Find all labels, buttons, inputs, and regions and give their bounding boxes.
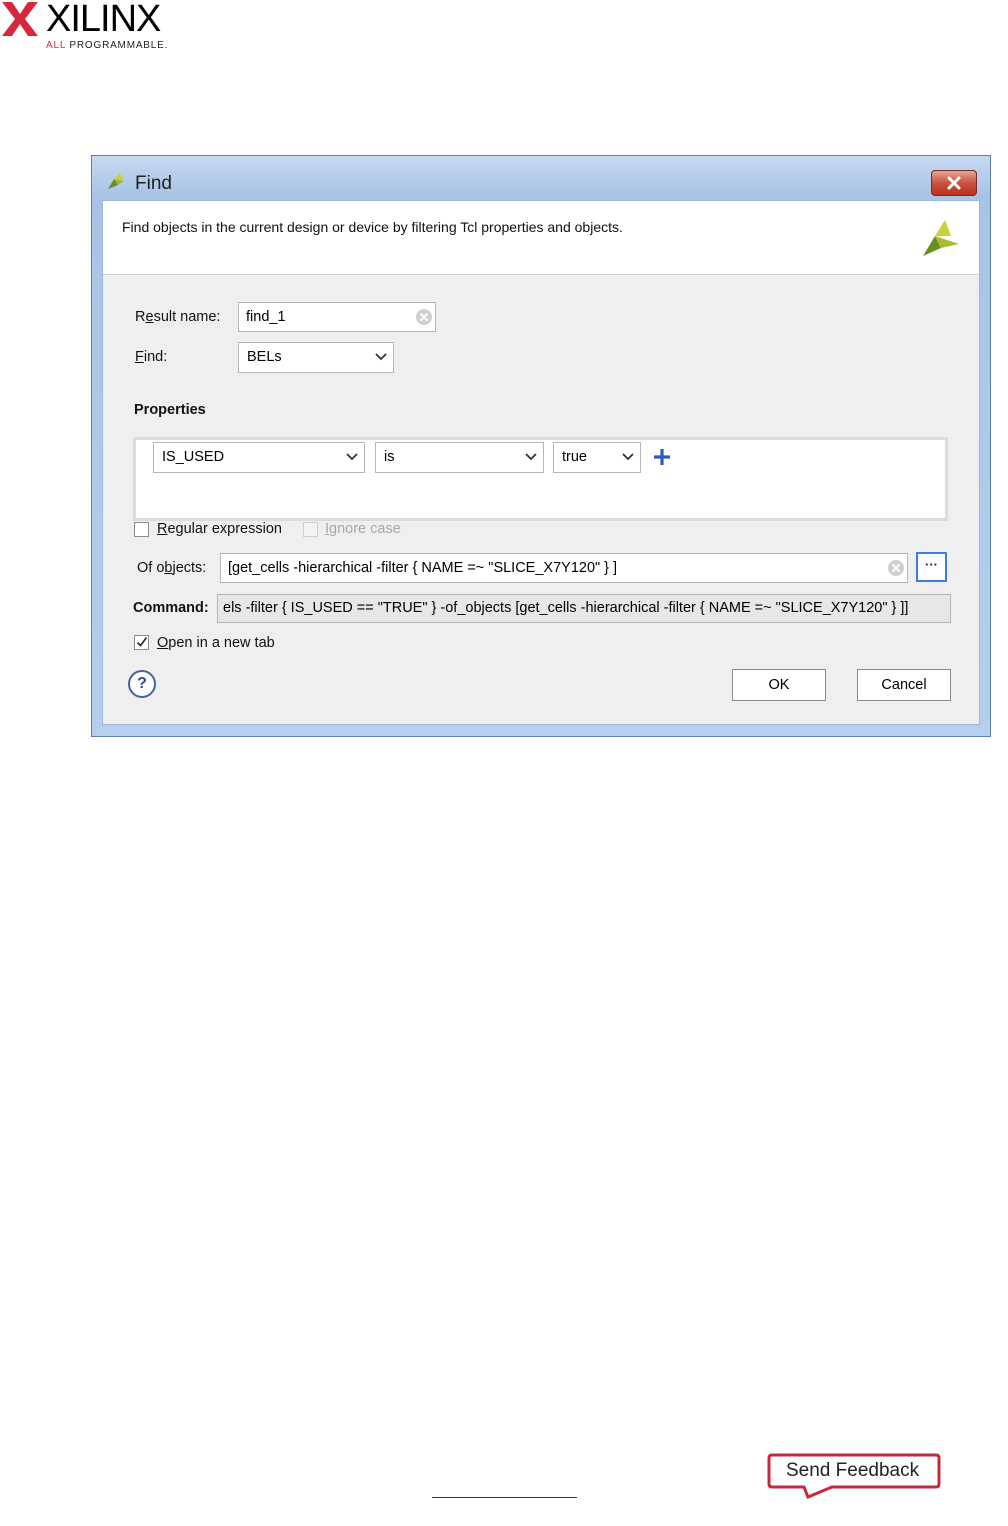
open-new-tab-label: Open in a new tab xyxy=(157,635,275,651)
result-name-value: find_1 xyxy=(246,309,286,325)
property-value-select[interactable]: true xyxy=(553,442,641,473)
xilinx-logo: XILINX ALL PROGRAMMABLE. xyxy=(2,0,182,56)
property-select[interactable]: IS_USED xyxy=(153,442,365,473)
browse-objects-button[interactable]: ··· xyxy=(916,552,947,582)
operator-select[interactable]: is xyxy=(375,442,544,473)
clear-result-name-icon[interactable] xyxy=(416,309,432,325)
command-field[interactable]: els -filter { IS_USED == "TRUE" } -of_ob… xyxy=(217,594,951,623)
ignore-case-label: Ignore case xyxy=(325,521,401,537)
result-name-input[interactable]: find_1 xyxy=(238,302,436,332)
open-new-tab-checkbox[interactable] xyxy=(134,635,149,650)
xilinx-wordmark: XILINX xyxy=(46,0,161,40)
find-type-value: BELs xyxy=(247,349,282,365)
vivado-app-icon xyxy=(108,173,124,189)
of-objects-label: Of objects: xyxy=(137,560,207,576)
of-objects-input[interactable]: [get_cells -hierarchical -filter { NAME … xyxy=(220,553,908,583)
dialog-title: Find xyxy=(135,173,172,194)
regular-expression-label: Regular expression xyxy=(157,521,282,537)
ignore-case-checkbox[interactable] xyxy=(303,522,318,537)
vivado-logo-icon xyxy=(923,220,959,256)
result-name-label: Result name: xyxy=(135,309,221,325)
properties-heading: Properties xyxy=(134,402,206,418)
xilinx-mark-icon xyxy=(2,2,38,36)
regular-expression-checkbox[interactable] xyxy=(134,522,149,537)
footer-link-underline[interactable] xyxy=(432,1497,577,1498)
ok-button[interactable]: OK xyxy=(732,669,826,701)
send-feedback-label[interactable]: Send Feedback xyxy=(786,1460,919,1482)
help-button[interactable]: ? xyxy=(128,670,156,698)
close-icon xyxy=(947,176,961,190)
cancel-button[interactable]: Cancel xyxy=(857,669,951,701)
xilinx-tagline: ALL PROGRAMMABLE. xyxy=(46,40,169,51)
chevron-down-icon xyxy=(622,453,634,461)
command-value: els -filter { IS_USED == "TRUE" } -of_ob… xyxy=(223,600,909,616)
find-dialog: Find Find objects in the current design … xyxy=(91,155,991,737)
chevron-down-icon xyxy=(346,453,358,461)
dialog-description: Find objects in the current design or de… xyxy=(122,219,623,235)
close-button[interactable] xyxy=(931,170,977,196)
filter-value: true xyxy=(562,449,587,465)
of-objects-value: [get_cells -hierarchical -filter { NAME … xyxy=(228,560,618,576)
find-type-select[interactable]: BELs xyxy=(238,342,394,373)
dialog-header: Find objects in the current design or de… xyxy=(103,201,979,275)
chevron-down-icon xyxy=(525,453,537,461)
chevron-down-icon xyxy=(375,353,387,361)
add-filter-plus-icon[interactable] xyxy=(652,447,672,467)
property-value: IS_USED xyxy=(162,449,225,465)
operator-value: is xyxy=(384,449,395,465)
command-label: Command: xyxy=(133,600,209,616)
find-label: Find: xyxy=(135,349,168,365)
dialog-titlebar: Find xyxy=(92,156,990,200)
dialog-body: Find objects in the current design or de… xyxy=(102,200,980,725)
clear-of-objects-icon[interactable] xyxy=(888,560,904,576)
checkmark-icon xyxy=(136,636,148,647)
